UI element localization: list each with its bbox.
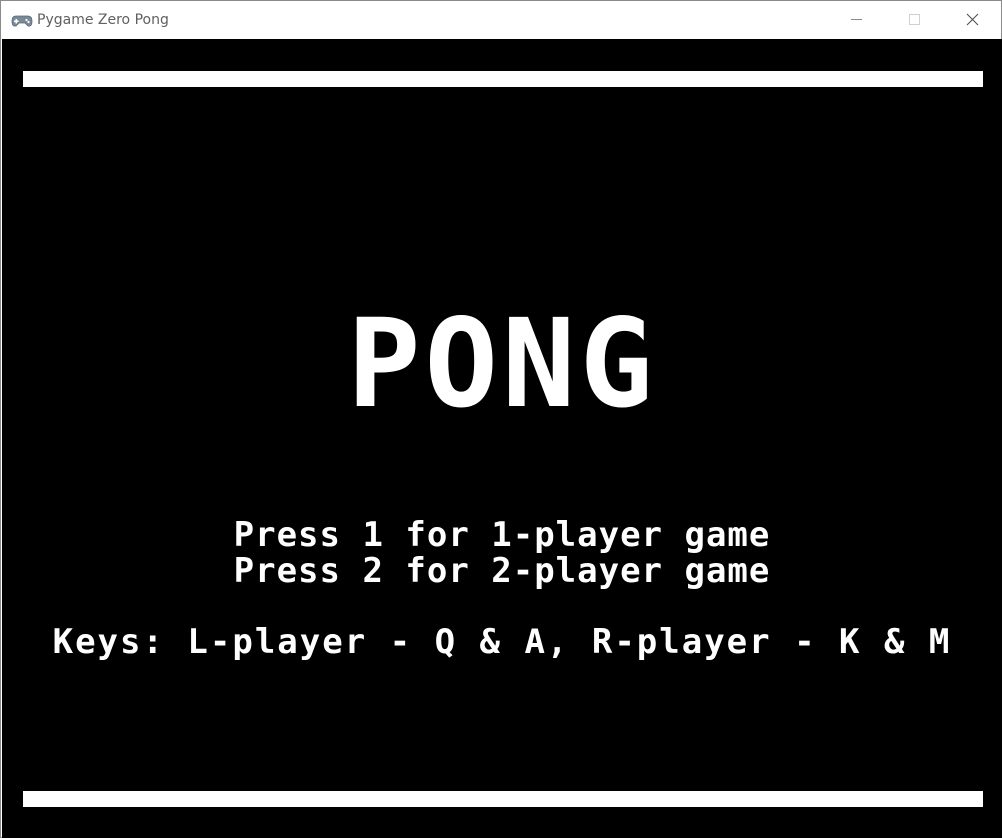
one-player-instruction: Press 1 for 1-player game (233, 515, 771, 555)
maximize-button[interactable] (885, 1, 943, 38)
title-bar[interactable]: Pygame Zero Pong (1, 1, 1001, 38)
bottom-wall (23, 791, 983, 807)
close-icon (966, 13, 979, 26)
close-button[interactable] (943, 1, 1001, 38)
keys-instruction: Keys: L-player - Q & A, R-player - K & M (52, 622, 952, 662)
minimize-button[interactable] (827, 1, 885, 38)
two-player-instruction: Press 2 for 2-player game (233, 551, 771, 591)
window-title: Pygame Zero Pong (37, 12, 169, 28)
top-wall (23, 71, 983, 87)
minimize-icon (851, 19, 862, 20)
game-title: PONG (347, 293, 657, 435)
maximize-icon (909, 14, 920, 25)
gamepad-icon (11, 13, 33, 27)
game-canvas[interactable]: PONG Press 1 for 1-player game Press 2 f… (2, 39, 1002, 838)
app-window: Pygame Zero Pong PONG Press 1 for 1-play… (0, 0, 1002, 838)
